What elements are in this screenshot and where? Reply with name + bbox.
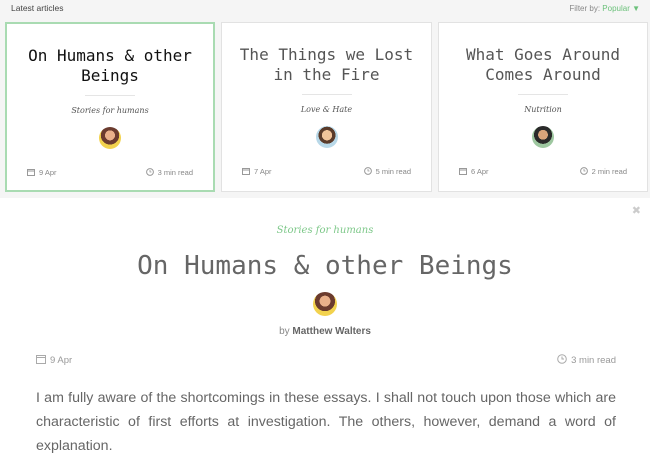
article-tag[interactable]: Stories for humans	[0, 225, 650, 236]
article-title: On Humans & other Beings	[137, 251, 513, 281]
article-card[interactable]: The Things we Lost in the Fire Love & Ha…	[221, 22, 432, 192]
calendar-icon	[27, 169, 35, 176]
card-read-time-text: 3 min read	[157, 168, 193, 177]
article-body: I am fully aware of the shortcomings in …	[36, 390, 616, 454]
divider	[518, 94, 568, 95]
card-read-time: 5 min read	[363, 167, 411, 176]
byline: by Matthew Walters	[0, 326, 650, 337]
clock-icon	[363, 167, 372, 175]
card-title: What Goes Around Comes Around	[465, 45, 621, 84]
card-date: 6 Apr	[459, 167, 489, 176]
card-date-text: 6 Apr	[471, 167, 489, 176]
author-name[interactable]: Matthew Walters	[292, 326, 371, 337]
card-tag: Nutrition	[524, 105, 562, 114]
card-title: On Humans & other Beings	[28, 46, 192, 85]
section-title: Latest articles	[11, 3, 64, 13]
filter-control[interactable]: Filter by: Popular ▼	[569, 4, 640, 13]
divider	[85, 95, 135, 96]
card-read-time: 2 min read	[579, 167, 627, 176]
divider	[301, 94, 352, 95]
card-read-time-text: 5 min read	[375, 167, 411, 176]
card-date: 7 Apr	[242, 167, 272, 176]
calendar-icon	[459, 168, 467, 175]
calendar-icon	[36, 355, 46, 364]
card-tag: Stories for humans	[71, 106, 149, 115]
author-avatar[interactable]	[532, 126, 554, 148]
article-read-time: 3 min read	[557, 354, 616, 366]
article-card[interactable]: What Goes Around Comes Around Nutrition …	[438, 22, 648, 192]
filter-select[interactable]: Popular ▼	[602, 4, 640, 13]
article-detail: ✖ Stories for humans On Humans & other B…	[0, 198, 650, 462]
filter-label: Filter by:	[569, 4, 601, 13]
clock-icon	[145, 168, 154, 176]
article-date-text: 9 Apr	[50, 355, 73, 366]
card-date: 9 Apr	[27, 168, 57, 177]
byline-prefix: by	[279, 326, 290, 337]
author-avatar[interactable]	[315, 126, 338, 148]
card-date-text: 7 Apr	[254, 167, 272, 176]
close-icon[interactable]: ✖	[632, 205, 641, 216]
clock-icon	[579, 167, 588, 175]
top-bar: Latest articles Filter by: Popular ▼	[0, 0, 650, 18]
author-avatar[interactable]	[313, 292, 337, 316]
card-date-text: 9 Apr	[39, 168, 57, 177]
clock-icon	[557, 354, 567, 364]
card-read-time-text: 2 min read	[591, 167, 627, 176]
card-title: The Things we Lost in the Fire	[239, 45, 414, 84]
card-read-time: 3 min read	[145, 168, 193, 177]
card-tag: Love & Hate	[300, 105, 353, 114]
calendar-icon	[242, 168, 250, 175]
author-avatar[interactable]	[99, 127, 121, 149]
article-date: 9 Apr	[36, 354, 72, 366]
article-card[interactable]: On Humans & other Beings Stories for hum…	[5, 22, 215, 192]
article-read-time-text: 3 min read	[571, 355, 616, 366]
